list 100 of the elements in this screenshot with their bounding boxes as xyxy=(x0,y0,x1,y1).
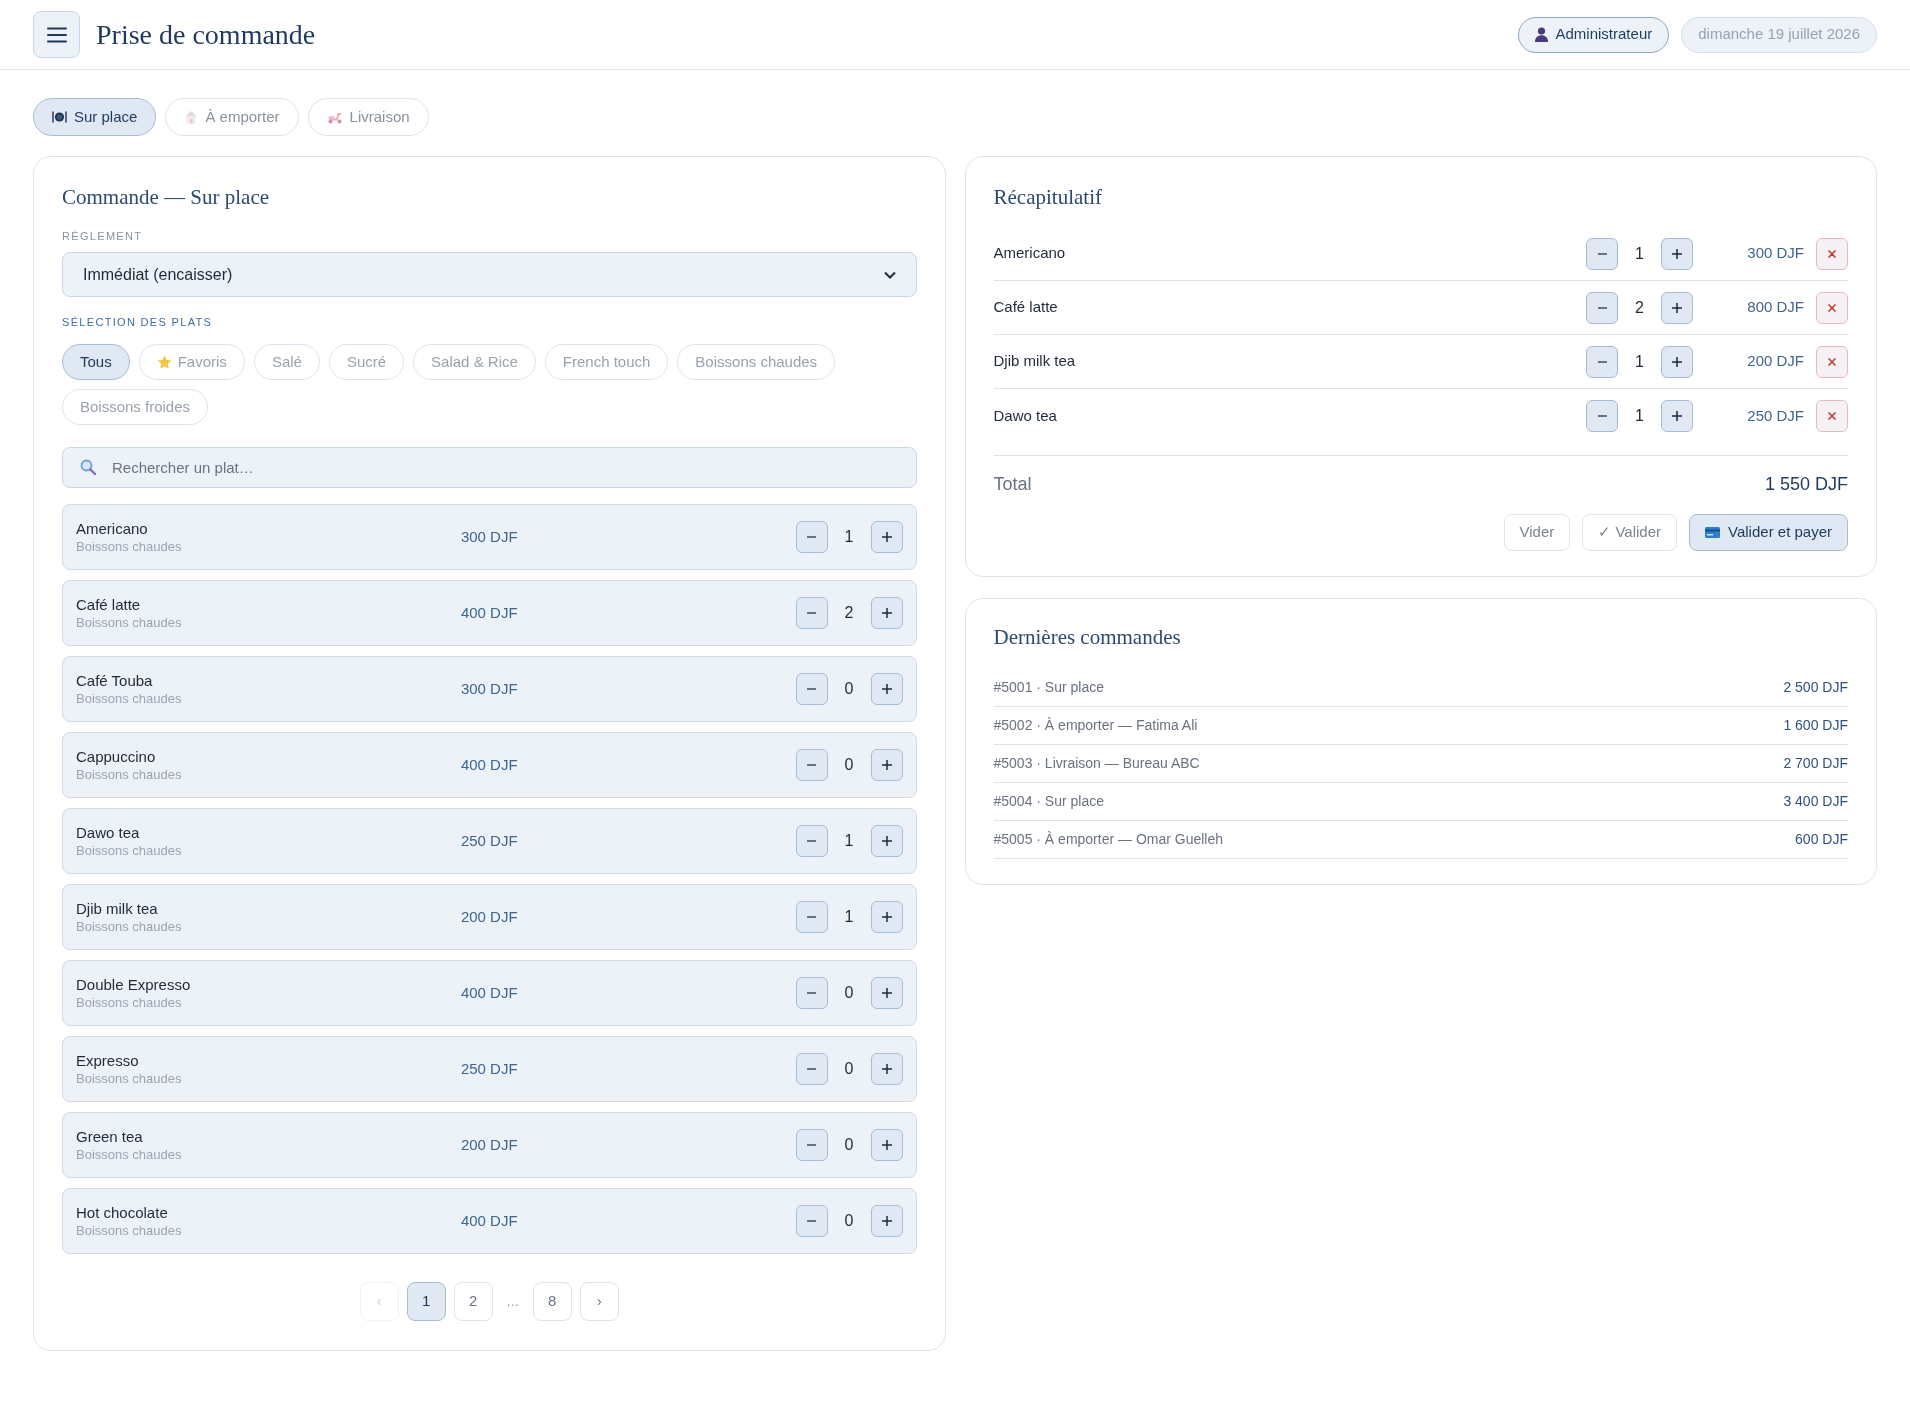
order-amount: 3 400 DJF xyxy=(1783,792,1848,811)
decrease-button[interactable] xyxy=(1586,291,1618,324)
dish-category: Boissons chaudes xyxy=(76,1146,183,1163)
increase-button[interactable] xyxy=(1661,345,1693,378)
date-badge: dimanche 19 juillet 2026 xyxy=(1681,16,1877,53)
payment-select[interactable]: Immédiat (encaisser) xyxy=(62,252,917,297)
clear-button[interactable]: Vider xyxy=(1503,514,1571,551)
plus-icon xyxy=(881,836,892,846)
search-field[interactable]: Rechercher un plat… xyxy=(62,447,917,488)
minus-icon xyxy=(807,1220,816,1222)
remove-button[interactable] xyxy=(1816,291,1848,324)
decrease-button[interactable] xyxy=(795,825,828,857)
category-chip[interactable]: Boissons chaudes xyxy=(677,344,836,380)
category-chip[interactable]: Tous xyxy=(62,344,130,380)
decrease-button[interactable] xyxy=(1586,237,1618,270)
increase-button[interactable] xyxy=(870,901,903,933)
quantity-value: 1 xyxy=(1634,243,1645,264)
dish-price: 400 DJF xyxy=(460,754,518,775)
close-icon xyxy=(1828,412,1836,420)
category-chip[interactable]: Boissons froides xyxy=(62,389,209,425)
user-button[interactable]: Administrateur xyxy=(1517,16,1670,53)
order-label: #5001 · Sur place xyxy=(993,678,1105,697)
increase-button[interactable] xyxy=(870,749,903,781)
dish-category: Boissons chaudes xyxy=(76,842,183,859)
decrease-button[interactable] xyxy=(795,1053,828,1085)
decrease-button[interactable] xyxy=(795,977,828,1009)
increase-button[interactable] xyxy=(870,673,903,705)
remove-button[interactable] xyxy=(1816,237,1848,270)
order-type-tab[interactable]: Livraison xyxy=(307,98,429,136)
line-item-amount: 800 DJF xyxy=(1746,297,1804,318)
plus-icon xyxy=(881,1216,892,1226)
category-chip[interactable]: Salé xyxy=(253,344,320,380)
minus-icon xyxy=(807,1144,816,1146)
quantity-value: 1 xyxy=(1634,351,1645,372)
minus-icon xyxy=(807,612,816,614)
dish-price: 400 DJF xyxy=(460,1210,518,1231)
minus-icon xyxy=(807,764,816,766)
category-chip[interactable]: French touch xyxy=(544,344,669,380)
decrease-button[interactable] xyxy=(795,673,828,705)
dish-name: Café Touba xyxy=(76,671,154,690)
order-type-tab[interactable]: Sur place xyxy=(33,98,157,136)
next-page-button[interactable]: › xyxy=(579,1282,619,1321)
increase-button[interactable] xyxy=(870,1053,903,1085)
plus-icon xyxy=(881,684,892,694)
category-chip[interactable]: Favoris xyxy=(138,344,245,380)
increase-button[interactable] xyxy=(870,521,903,553)
page-button[interactable]: 8 xyxy=(532,1282,572,1321)
increase-button[interactable] xyxy=(870,597,903,629)
minus-icon xyxy=(807,688,816,690)
decrease-button[interactable] xyxy=(795,901,828,933)
dish-category: Boissons chaudes xyxy=(76,690,183,707)
validate-button[interactable]: ✓ Valider xyxy=(1582,514,1678,551)
dish-price: 250 DJF xyxy=(460,830,518,851)
plus-icon xyxy=(1672,356,1682,367)
order-label: #5004 · Sur place xyxy=(993,792,1105,811)
dish-name: Dawo tea xyxy=(76,823,141,842)
remove-button[interactable] xyxy=(1816,400,1848,432)
minus-icon xyxy=(807,992,816,994)
decrease-button[interactable] xyxy=(795,1129,828,1161)
increase-button[interactable] xyxy=(870,1205,903,1237)
increase-button[interactable] xyxy=(1661,400,1693,432)
remove-button[interactable] xyxy=(1816,345,1848,378)
category-chip[interactable]: Salad & Rice xyxy=(413,344,536,380)
close-icon xyxy=(1828,357,1836,366)
quantity-value: 2 xyxy=(1634,297,1645,318)
plus-icon xyxy=(1672,248,1682,259)
increase-button[interactable] xyxy=(870,1129,903,1161)
minus-icon xyxy=(1597,415,1607,417)
line-item-name: Dawo tea xyxy=(993,405,1058,426)
decrease-button[interactable] xyxy=(1586,345,1618,378)
decrease-button[interactable] xyxy=(1586,400,1618,432)
increase-button[interactable] xyxy=(870,977,903,1009)
panel-title: Commande — Sur place xyxy=(62,184,271,211)
order-type-tab[interactable]: À emporter xyxy=(165,98,299,136)
decrease-button[interactable] xyxy=(795,521,828,553)
order-label: #5005 · À emporter — Omar Guelleh xyxy=(993,830,1224,849)
field-label: RÈGLEMENT xyxy=(62,229,144,243)
increase-button[interactable] xyxy=(870,825,903,857)
quantity-value: 1 xyxy=(843,907,855,927)
plus-icon xyxy=(881,532,892,542)
quantity-value: 2 xyxy=(843,603,855,623)
pay-button[interactable]: Valider et payer xyxy=(1689,514,1848,551)
decrease-button[interactable] xyxy=(795,597,828,629)
menu-button[interactable] xyxy=(33,11,80,58)
page-button[interactable]: 1 xyxy=(406,1282,446,1321)
line-item-amount: 200 DJF xyxy=(1746,351,1804,372)
page-button[interactable]: 2 xyxy=(453,1282,493,1321)
decrease-button[interactable] xyxy=(795,1205,828,1237)
star-icon xyxy=(156,354,172,370)
increase-button[interactable] xyxy=(1661,237,1693,270)
line-item-amount: 300 DJF xyxy=(1746,243,1804,264)
plus-icon xyxy=(881,1064,892,1074)
minus-icon xyxy=(807,840,816,842)
line-item-name: Café latte xyxy=(993,297,1059,318)
dish-name: Americano xyxy=(76,519,149,538)
minus-icon xyxy=(807,1068,816,1070)
order-amount: 2 500 DJF xyxy=(1783,678,1848,697)
decrease-button[interactable] xyxy=(795,749,828,781)
category-chip[interactable]: Sucré xyxy=(328,344,405,380)
increase-button[interactable] xyxy=(1661,291,1693,324)
